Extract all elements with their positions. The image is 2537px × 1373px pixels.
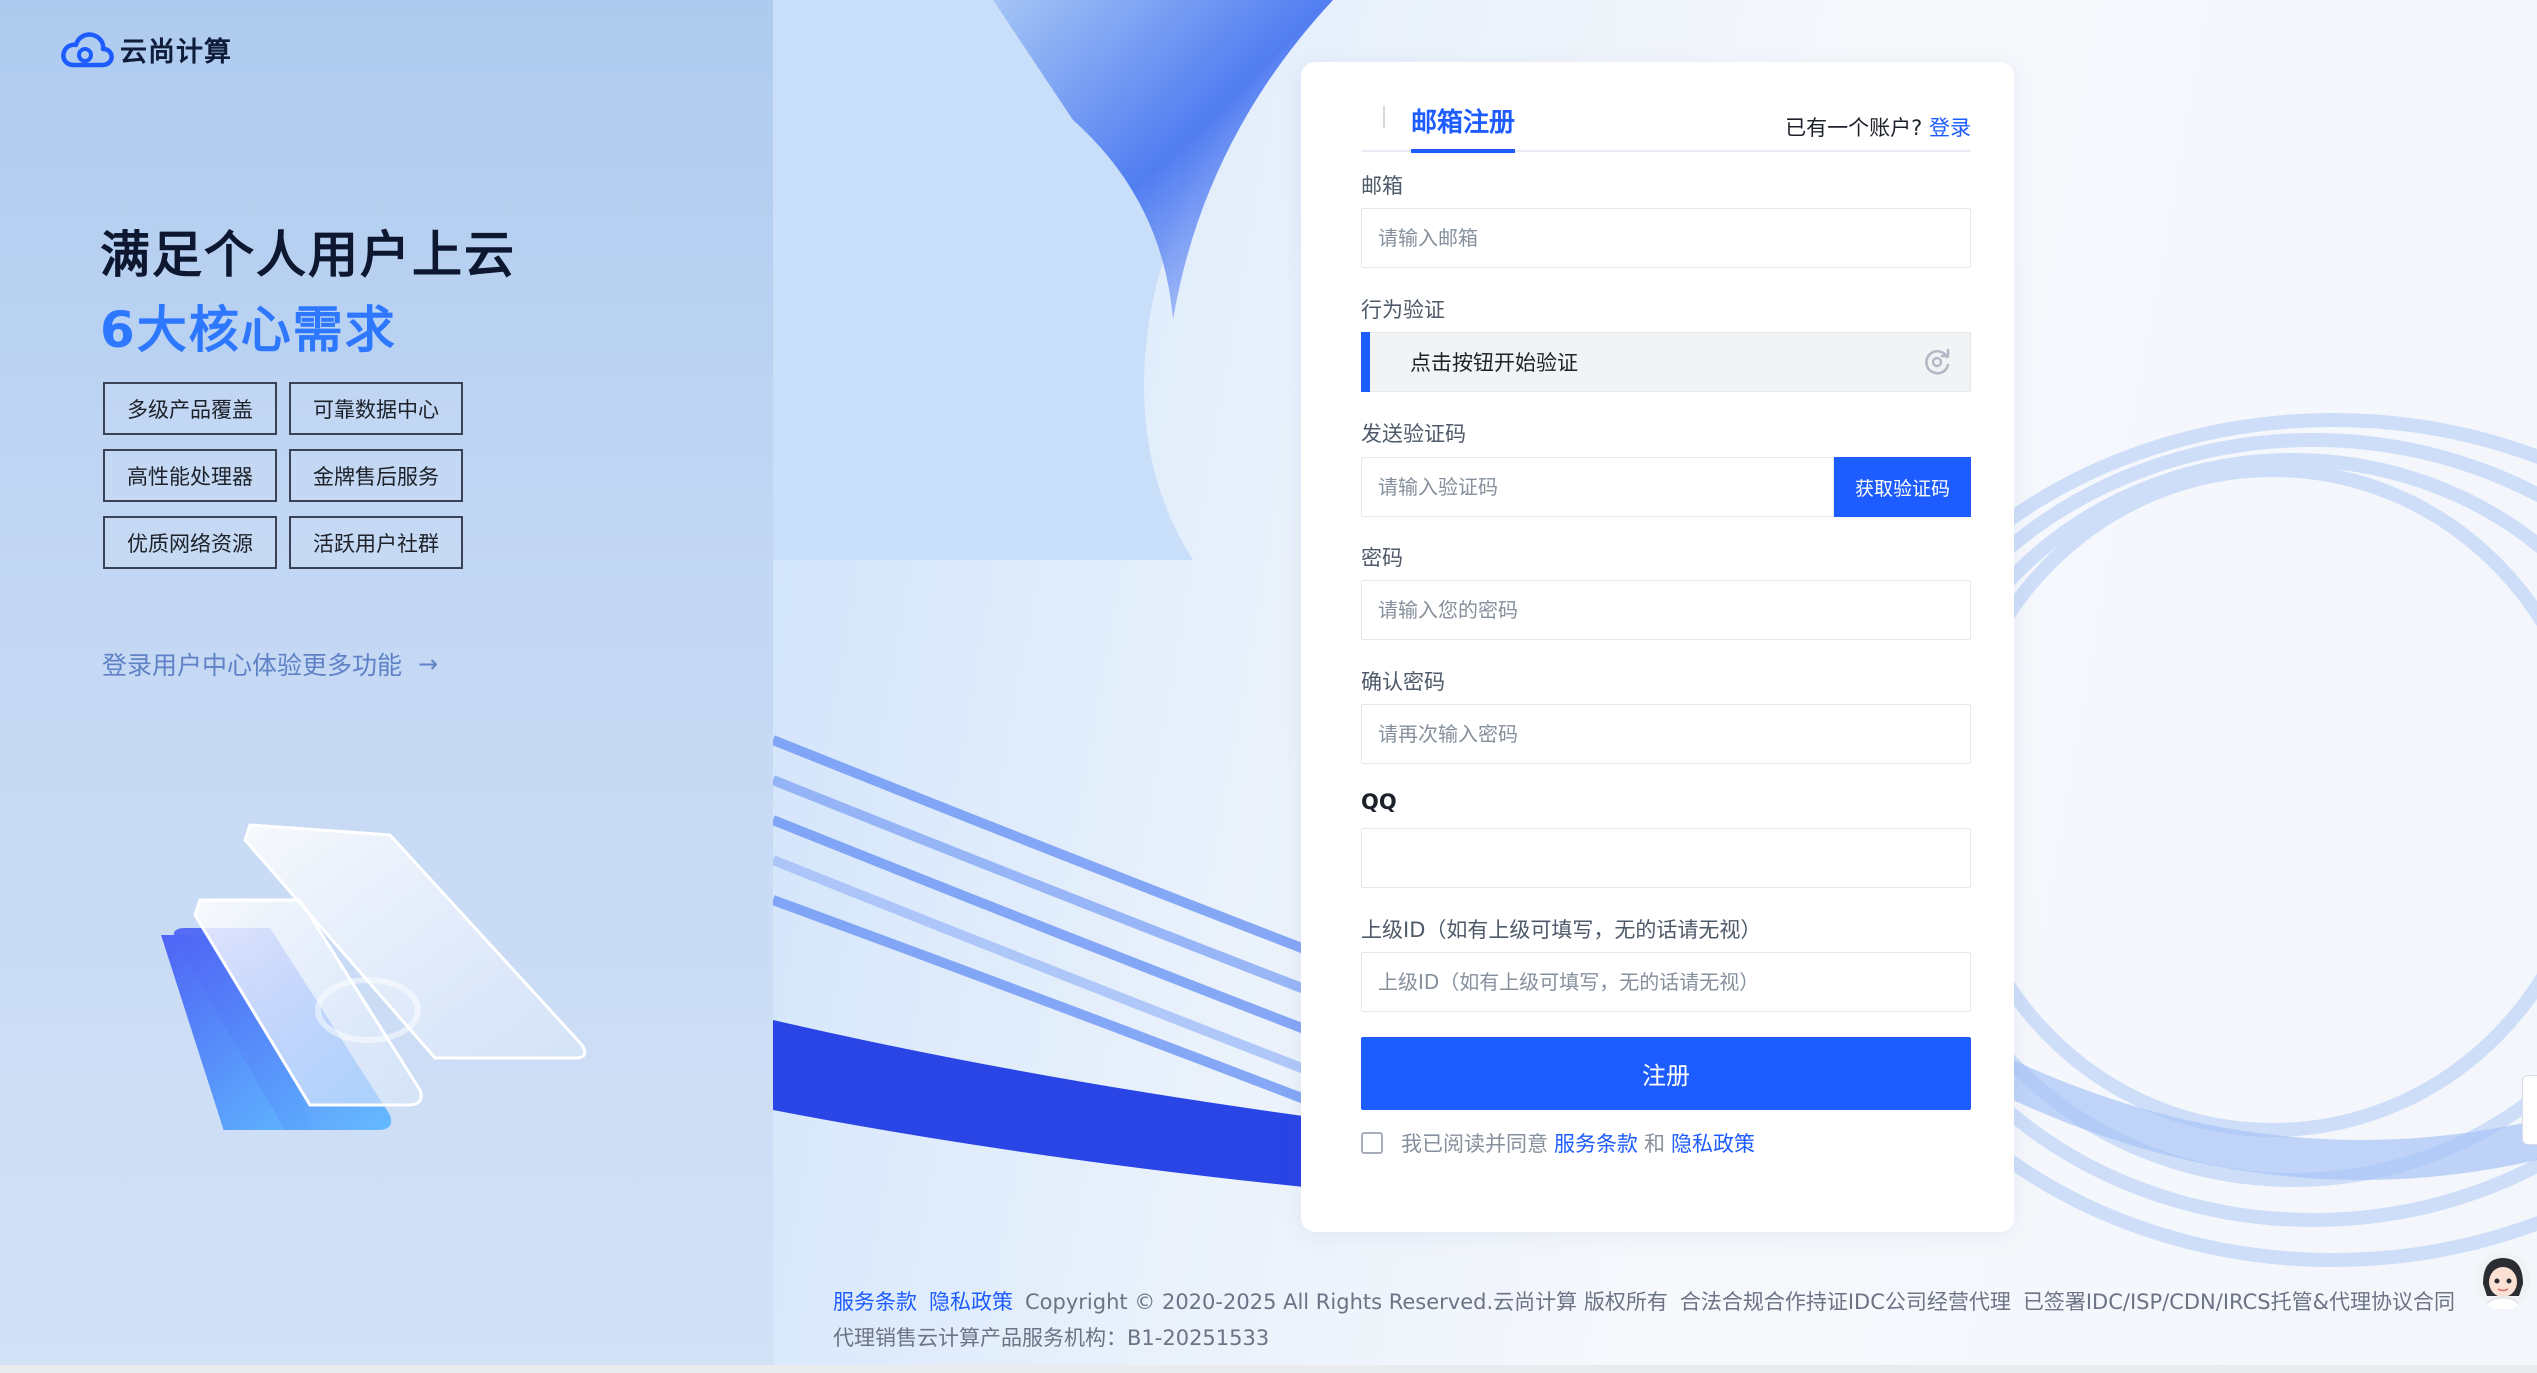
verification-code-field[interactable] (1361, 457, 1834, 517)
support-avatar-icon[interactable] (2475, 1250, 2531, 1310)
verify-label: 行为验证 (1361, 298, 1445, 322)
layered-cards-illustration (161, 823, 587, 1130)
footer-signed: 已签署IDC/ISP/CDN/IRCS托管&代理协议合同 (2022, 1290, 2455, 1314)
have-account-label: 已有一个账户? (1785, 116, 1923, 140)
login-more-label: 登录用户中心体验更多功能 (102, 651, 403, 680)
login-user-center-link[interactable]: 登录用户中心体验更多功能 → (102, 646, 438, 682)
terms-link[interactable]: 服务条款 (1554, 1128, 1638, 1158)
confirm-password-label: 确认密码 (1361, 670, 1445, 694)
form-tabs: 邮箱注册 已有一个账户? 登录 (1361, 102, 1971, 153)
verify-bar (1361, 332, 1370, 392)
footer-terms-link[interactable]: 服务条款 (833, 1286, 917, 1316)
refresh-icon[interactable] (1920, 345, 1954, 379)
have-account-text: 已有一个账户? 登录 (1785, 112, 1971, 142)
email-label: 邮箱 (1361, 174, 1403, 198)
footer-line-2: 代理销售云计算产品服务机构：B1-20251533 (833, 1326, 1270, 1350)
feature-item: 金牌售后服务 (289, 449, 463, 502)
register-button[interactable]: 注册 (1361, 1037, 1971, 1110)
feature-item: 优质网络资源 (103, 516, 277, 569)
agree-checkbox[interactable] (1361, 1132, 1383, 1154)
confirm-password-field[interactable] (1361, 704, 1971, 764)
brand-logo[interactable]: 云尚计算 (60, 30, 232, 69)
register-form-card: 邮箱注册 已有一个账户? 登录 邮箱 行为验证 点击按钮开始验证 发送验证码 获… (1301, 62, 2014, 1232)
cloud-logo-icon (61, 31, 114, 67)
tab-divider (1383, 106, 1385, 128)
feature-item: 可靠数据中心 (289, 382, 463, 435)
agree-text: 我已阅读并同意 (1401, 1132, 1548, 1156)
verify-text: 点击按钮开始验证 (1410, 351, 1578, 375)
feature-grid: 多级产品覆盖 可靠数据中心 高性能处理器 金牌售后服务 优质网络资源 活跃用户社… (103, 382, 463, 569)
parent-id-label: 上级ID（如有上级可填写，无的话请无视） (1361, 918, 1762, 942)
code-label: 发送验证码 (1361, 422, 1466, 446)
side-float-tab[interactable] (2522, 1075, 2537, 1145)
feature-item: 活跃用户社群 (289, 516, 463, 569)
footer-idc: 合法合规合作持证IDC公司经营代理 (1679, 1290, 2011, 1314)
feature-item: 多级产品覆盖 (103, 382, 277, 435)
parent-id-field[interactable] (1361, 952, 1971, 1012)
footer-copyright: Copyright © 2020-2025 All Rights Reserve… (1025, 1290, 1668, 1314)
tab-email-register[interactable]: 邮箱注册 (1411, 102, 1516, 153)
feature-item: 高性能处理器 (103, 449, 277, 502)
and-text: 和 (1644, 1132, 1665, 1156)
hero-title: 满足个人用户上云 (100, 226, 516, 284)
brand-name: 云尚计算 (120, 37, 232, 68)
qq-field[interactable] (1361, 828, 1971, 888)
hero-subtitle: 6大核心需求 (100, 301, 397, 359)
left-promo-panel: 云尚计算 满足个人用户上云 6大核心需求 多级产品覆盖 可靠数据中心 高性能处理… (0, 0, 773, 1373)
footer-privacy-link[interactable]: 隐私政策 (929, 1286, 1013, 1316)
login-link[interactable]: 登录 (1929, 116, 1971, 140)
bottom-strip (0, 1365, 2537, 1373)
agreement-row: 我已阅读并同意 服务条款 和 隐私政策 (1361, 1128, 1755, 1158)
password-label: 密码 (1361, 546, 1403, 570)
behavior-verify-widget[interactable]: 点击按钮开始验证 (1361, 332, 1971, 392)
privacy-link[interactable]: 隐私政策 (1671, 1128, 1755, 1158)
footer-line-1: 服务条款 隐私政策 Copyright © 2020-2025 All Righ… (833, 1286, 2455, 1316)
get-code-button[interactable]: 获取验证码 (1834, 457, 1971, 517)
arrow-right-icon: → (418, 650, 439, 678)
email-field[interactable] (1361, 208, 1971, 268)
password-field[interactable] (1361, 580, 1971, 640)
qq-label: QQ (1361, 790, 1397, 814)
